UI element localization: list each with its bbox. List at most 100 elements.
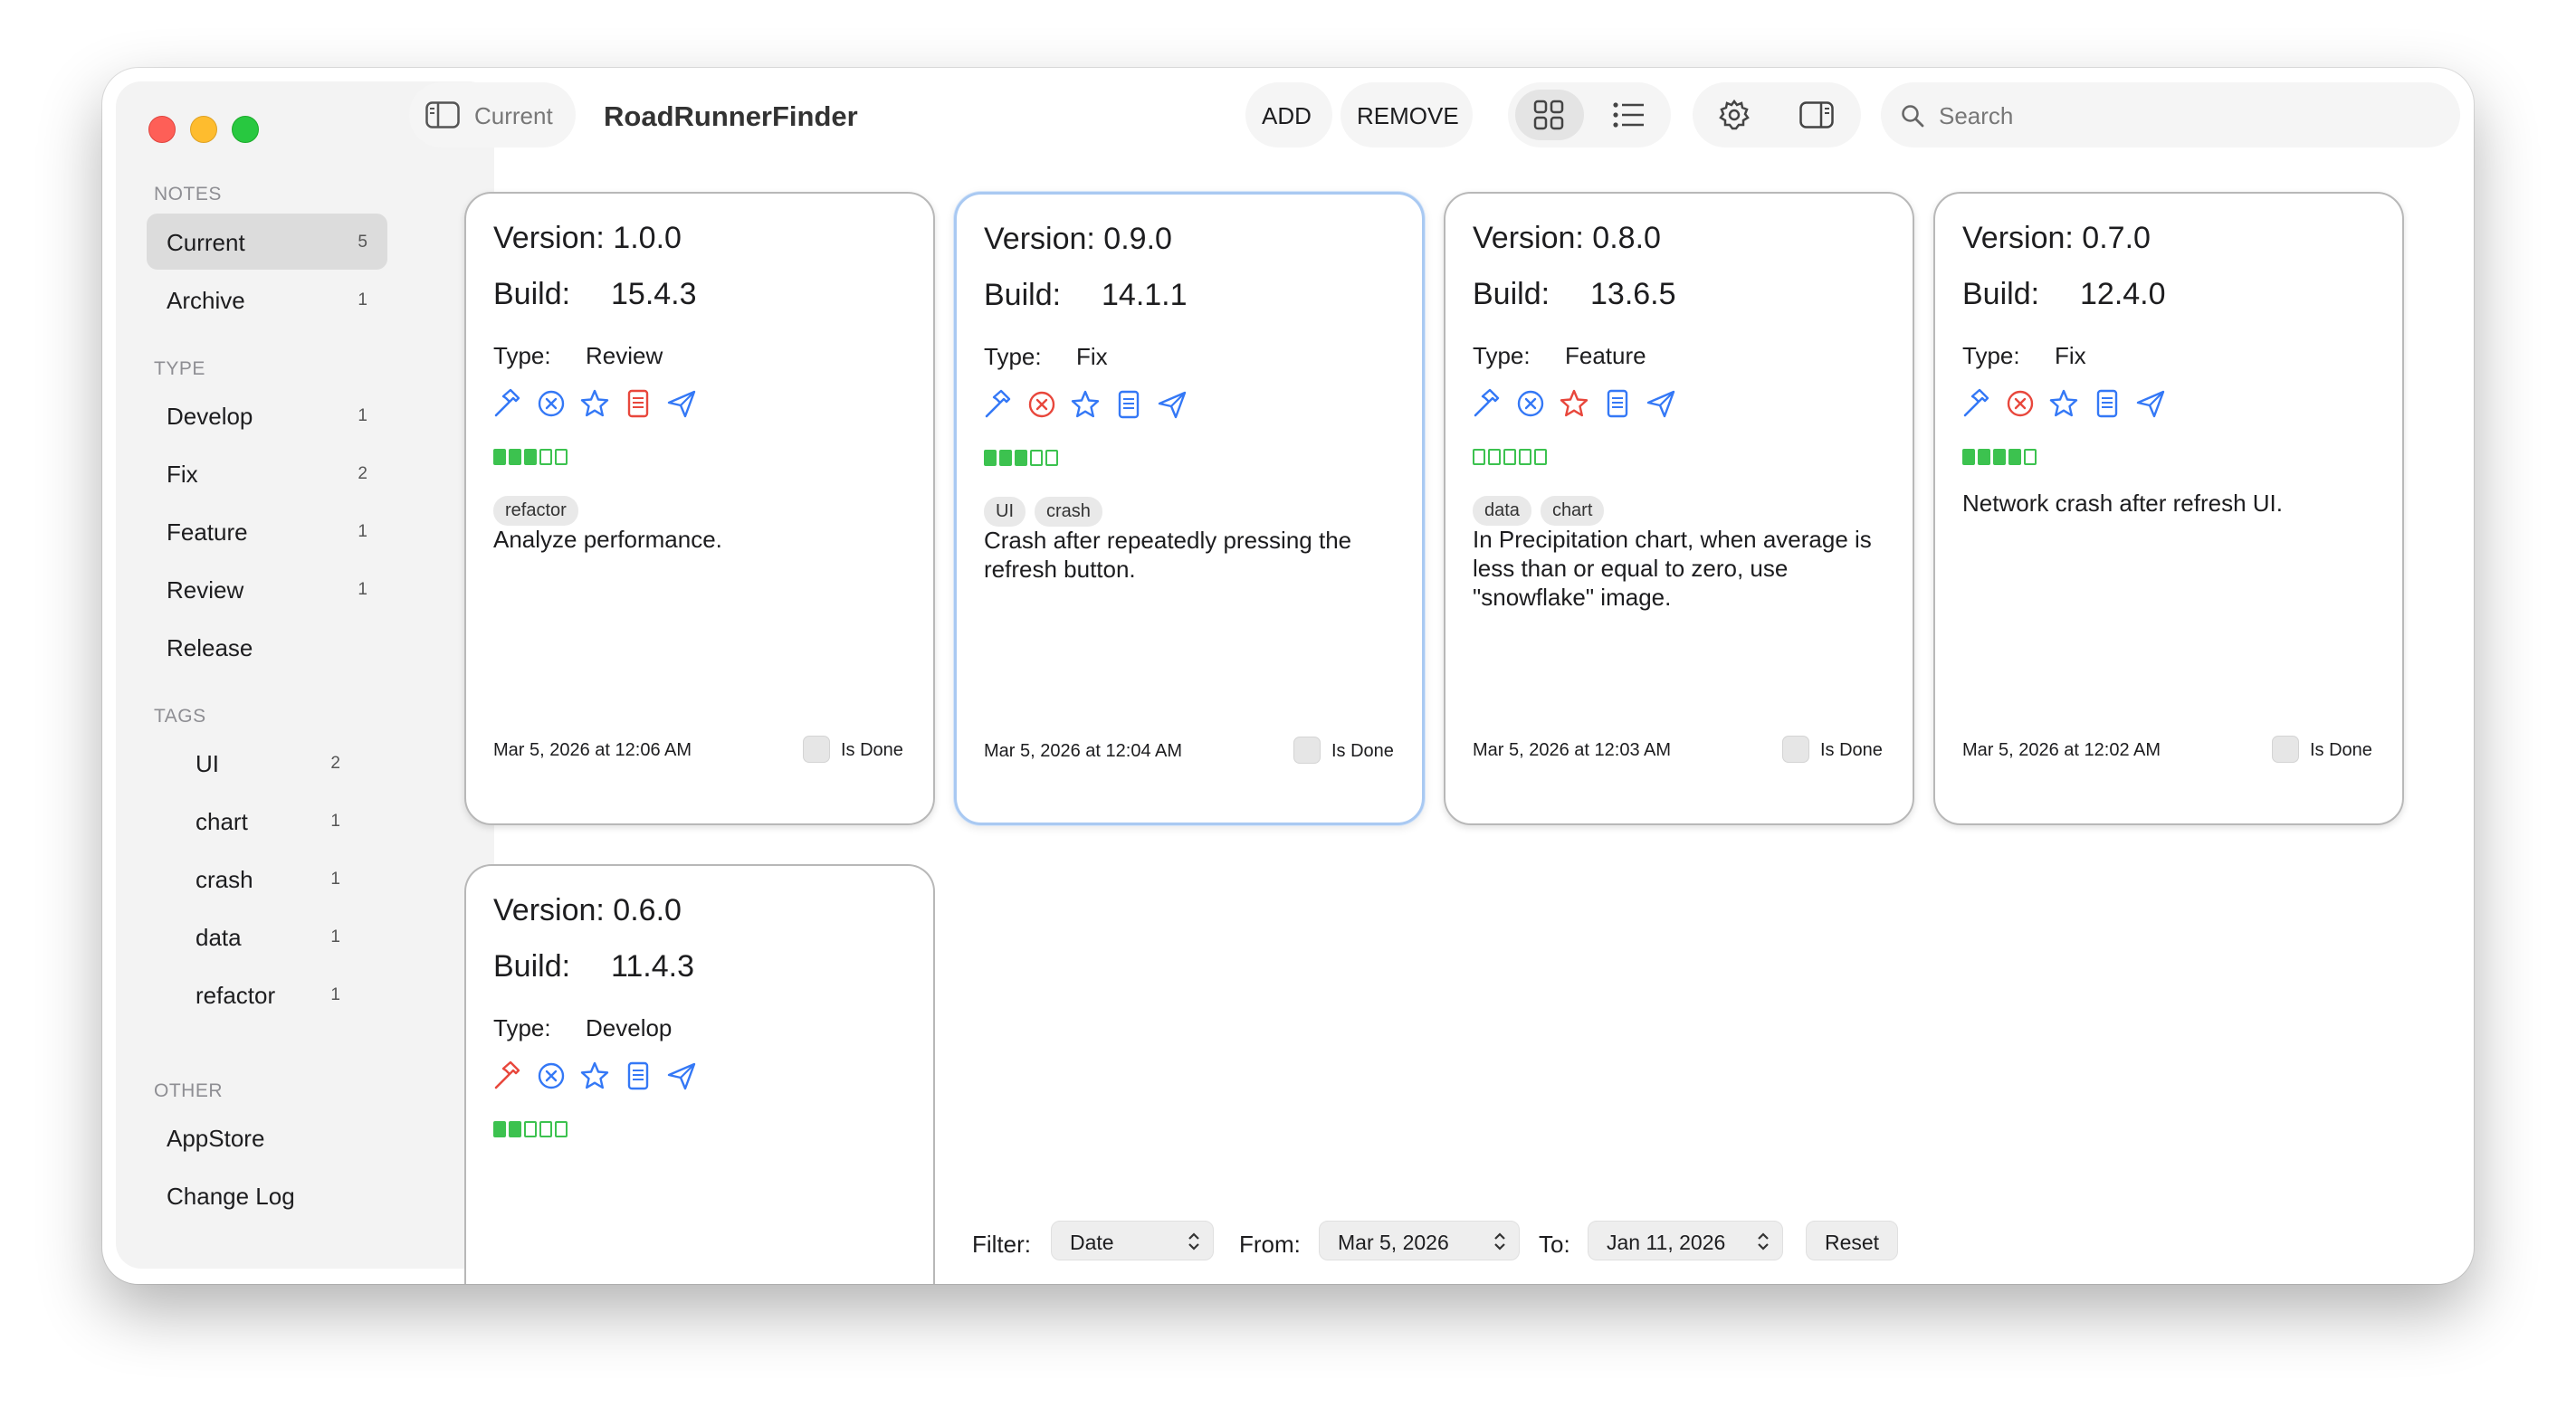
progress-segment [1030,450,1043,466]
tag-chip[interactable]: chart [1540,496,1605,526]
progress-segment [1045,450,1058,466]
tag-chip[interactable]: crash [1035,497,1102,527]
is-done-checkbox[interactable] [1782,736,1809,763]
star-icon[interactable] [578,387,611,420]
reset-button[interactable]: Reset [1806,1221,1898,1260]
sidebar-item-tag-crash[interactable]: crash 1 [147,851,387,907]
card-version: Version: 0.8.0 [1473,221,1661,255]
xmark-circle-icon[interactable] [535,387,568,420]
card-type-icons [1961,387,2167,420]
sidebar-item-tag-data[interactable]: data 1 [147,908,387,965]
tag-chip[interactable]: data [1473,496,1531,526]
minimize-window-button[interactable] [190,116,217,143]
sidebar-item-appstore[interactable]: AppStore [147,1109,387,1165]
search-icon [1902,105,1924,128]
card-tags: UI crash [984,497,1102,527]
hammer-icon[interactable] [982,388,1015,421]
document-icon[interactable] [1601,387,1634,420]
tag-chip[interactable]: refactor [493,496,578,526]
add-button[interactable]: ADD [1245,82,1332,147]
to-date-picker[interactable]: Jan 11, 2026 [1588,1221,1783,1260]
to-date-value: Jan 11, 2026 [1607,1231,1726,1254]
sidebar-item-current[interactable]: Current 5 [147,214,387,270]
sidebar-item-label: refactor [196,982,276,1009]
close-window-button[interactable] [148,116,176,143]
tag-chip[interactable]: UI [984,497,1026,527]
note-card[interactable]: Version: 0.9.0 Build: 14.1.1 Type: Fix UI cras… [954,192,1425,825]
note-card[interactable]: Version: 0.6.0 Build: 11.4.3 Type: Develop [464,864,935,1284]
xmark-circle-icon[interactable] [1026,388,1058,421]
list-view-button[interactable] [1595,90,1664,140]
xmark-circle-icon[interactable] [2004,387,2037,420]
paper-plane-icon[interactable] [1645,387,1677,420]
is-done-checkbox[interactable] [2272,736,2299,763]
list-icon [1613,102,1644,128]
sidebar-item-label: Review [167,576,244,604]
from-date-picker[interactable]: Mar 5, 2026 [1319,1221,1520,1260]
sidebar-item-label: chart [196,808,248,835]
sidebar-item-count: 1 [358,290,367,309]
search-field[interactable]: Search [1881,82,2460,147]
sidebar-item-count: 2 [330,754,340,773]
hammer-icon[interactable] [491,387,524,420]
paper-plane-icon[interactable] [665,387,698,420]
grid-view-button[interactable] [1515,90,1584,140]
xmark-circle-icon[interactable] [535,1060,568,1092]
sidebar-item-label: Change Log [167,1183,295,1210]
xmark-circle-icon[interactable] [1514,387,1547,420]
hammer-icon[interactable] [1961,387,1993,420]
document-icon[interactable] [622,387,654,420]
progress-segment [1962,449,1975,465]
sidebar-item-change-log[interactable]: Change Log [147,1167,387,1223]
inspector-toggle-button[interactable] [1783,90,1852,140]
inspector-panel-icon [1799,101,1834,128]
sidebar-item-release[interactable]: Release [147,619,387,675]
settings-button[interactable] [1700,90,1769,140]
sidebar-item-review[interactable]: Review 1 [147,561,387,617]
sidebar-toggle-icon [425,101,460,128]
hammer-icon[interactable] [491,1060,524,1092]
note-card[interactable]: Version: 1.0.0 Build: 15.4.3 Type: Review ref… [464,192,935,825]
chevron-up-down-icon [1188,1232,1199,1251]
hammer-icon[interactable] [1471,387,1503,420]
remove-button[interactable]: REMOVE [1340,82,1473,147]
is-done-checkbox[interactable] [803,736,830,763]
sidebar-item-label: Develop [167,403,253,430]
card-type-value: Feature [1565,342,1646,369]
is-done-checkbox[interactable] [1293,737,1321,764]
star-icon[interactable] [2047,387,2080,420]
progress-segment [555,1121,568,1137]
card-progress-rating [1473,449,1547,465]
sidebar-item-develop[interactable]: Develop 1 [147,387,387,443]
document-icon[interactable] [1112,388,1145,421]
card-tags: data chart [1473,496,1605,526]
zoom-window-button[interactable] [232,116,259,143]
sidebar-item-tag-refactor[interactable]: refactor 1 [147,966,387,1022]
is-done-label: Is Done [1331,741,1394,761]
sidebar-item-archive[interactable]: Archive 1 [147,271,387,328]
progress-segment [999,450,1012,466]
progress-segment [1519,449,1531,465]
note-card[interactable]: Version: 0.7.0 Build: 12.4.0 Type: Fix Networ… [1933,192,2404,825]
remove-button-label: REMOVE [1357,102,1459,129]
paper-plane-icon[interactable] [2134,387,2167,420]
card-description: Analyze performance. [493,526,722,553]
star-icon[interactable] [1558,387,1590,420]
paper-plane-icon[interactable] [1156,388,1188,421]
document-icon[interactable] [622,1060,654,1092]
sidebar-item-tag-ui[interactable]: UI 2 [147,735,387,791]
filter-select[interactable]: Date [1051,1221,1214,1260]
is-done-label: Is Done [841,740,903,760]
sidebar-toggle-button[interactable]: Current [409,82,576,147]
star-icon[interactable] [1069,388,1102,421]
paper-plane-icon[interactable] [665,1060,698,1092]
star-icon[interactable] [578,1060,611,1092]
sidebar-item-label: AppStore [167,1125,265,1152]
sidebar-item-label: data [196,924,242,951]
sidebar-item-feature[interactable]: Feature 1 [147,503,387,559]
document-icon[interactable] [2091,387,2123,420]
note-card[interactable]: Version: 0.8.0 Build: 13.6.5 Type: Feature da… [1444,192,1914,825]
sidebar-item-tag-chart[interactable]: chart 1 [147,793,387,849]
sidebar-item-fix[interactable]: Fix 2 [147,445,387,501]
card-type-value: Fix [2055,342,2086,369]
